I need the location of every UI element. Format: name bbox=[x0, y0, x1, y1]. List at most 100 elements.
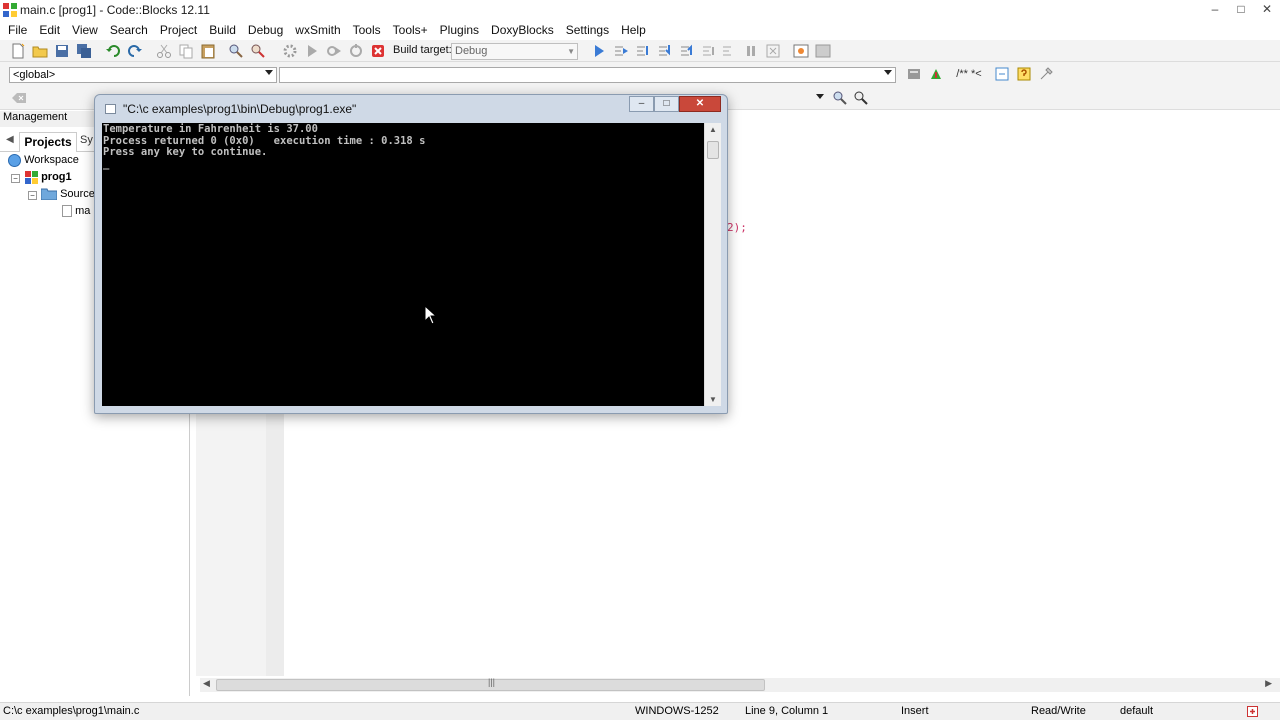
debug-start-icon[interactable] bbox=[591, 43, 607, 59]
build-run-icon[interactable] bbox=[326, 43, 342, 59]
stop-debugger-icon[interactable] bbox=[765, 43, 781, 59]
console-vertical-scrollbar[interactable]: ▲ ▼ bbox=[704, 123, 721, 406]
run-to-cursor-icon[interactable] bbox=[613, 43, 629, 59]
run-icon[interactable] bbox=[304, 43, 320, 59]
scroll-right-icon[interactable]: ▶ bbox=[1265, 678, 1272, 689]
menu-settings[interactable]: Settings bbox=[560, 20, 615, 40]
doxy-help-icon[interactable] bbox=[1015, 66, 1033, 82]
function-select[interactable] bbox=[279, 67, 896, 83]
menu-debug[interactable]: Debug bbox=[242, 20, 289, 40]
menu-wxsmith[interactable]: wxSmith bbox=[289, 20, 346, 40]
doxy-comment-button[interactable]: /** *< bbox=[949, 66, 989, 82]
paste-icon[interactable] bbox=[200, 43, 216, 59]
save-icon[interactable] bbox=[54, 43, 70, 59]
save-all-icon[interactable] bbox=[76, 43, 92, 59]
scrollbar-grip-icon: ||| bbox=[488, 677, 496, 687]
console-minimize-button[interactable]: – bbox=[629, 96, 654, 112]
clear-search-icon[interactable] bbox=[11, 90, 27, 106]
console-close-button[interactable]: ✕ bbox=[679, 96, 721, 112]
step-out-icon[interactable] bbox=[679, 43, 695, 59]
console-title: "C:\c examples\prog1\bin\Debug\prog1.exe… bbox=[123, 102, 357, 116]
redo-icon[interactable] bbox=[127, 43, 143, 59]
scroll-up-icon[interactable]: ▲ bbox=[709, 125, 717, 134]
chevron-down-icon bbox=[265, 70, 273, 75]
menu-search[interactable]: Search bbox=[104, 20, 154, 40]
doxy-comment-label: /** bbox=[956, 68, 968, 80]
console-line: Press any key to continue. bbox=[103, 146, 268, 158]
close-button[interactable]: ✕ bbox=[1254, 0, 1280, 18]
tab-symbols[interactable]: Sy bbox=[80, 134, 93, 146]
tree-label-workspace: Workspace bbox=[24, 154, 79, 166]
search-icon[interactable] bbox=[832, 90, 848, 106]
scroll-down-icon[interactable]: ▼ bbox=[709, 395, 717, 404]
find-icon[interactable] bbox=[228, 43, 244, 59]
tree-item-sources[interactable]: Sources bbox=[40, 186, 100, 203]
status-file-path: C:\c examples\prog1\main.c bbox=[3, 705, 140, 717]
workspace-icon bbox=[8, 153, 21, 167]
status-profile: default bbox=[1120, 705, 1154, 717]
console-window[interactable]: "C:\c examples\prog1\bin\Debug\prog1.exe… bbox=[94, 94, 728, 414]
menu-tools-plus[interactable]: Tools+ bbox=[387, 20, 434, 40]
doxy-line-label: *< bbox=[970, 68, 982, 80]
pause-icon[interactable] bbox=[743, 43, 759, 59]
menu-tools[interactable]: Tools bbox=[347, 20, 387, 40]
status-insert-mode: Insert bbox=[901, 705, 929, 717]
console-output[interactable]: Temperature in Fahrenheit is 37.00 Proce… bbox=[102, 123, 704, 406]
collapse-icon[interactable]: − bbox=[28, 191, 37, 200]
console-line: Temperature in Fahrenheit is 37.00 bbox=[103, 123, 318, 135]
status-bar: C:\c examples\prog1\main.c WINDOWS-1252 … bbox=[0, 702, 1280, 720]
copy-icon[interactable] bbox=[178, 43, 194, 59]
doxy-extract-icon[interactable] bbox=[993, 66, 1011, 82]
abort-icon[interactable] bbox=[370, 43, 386, 59]
jump-declaration-icon[interactable] bbox=[905, 66, 923, 82]
tree-label-project: prog1 bbox=[41, 171, 72, 183]
mouse-pointer-icon bbox=[424, 305, 438, 325]
debug-windows-icon[interactable] bbox=[793, 43, 809, 59]
new-file-icon[interactable] bbox=[10, 43, 26, 59]
console-maximize-button[interactable]: □ bbox=[654, 96, 679, 112]
maximize-button[interactable]: □ bbox=[1228, 0, 1254, 18]
menu-view[interactable]: View bbox=[66, 20, 104, 40]
jump-implementation-icon[interactable] bbox=[927, 66, 945, 82]
open-folder-icon[interactable] bbox=[32, 43, 48, 59]
menu-build[interactable]: Build bbox=[203, 20, 242, 40]
debug-info-icon[interactable] bbox=[815, 43, 831, 59]
build-gear-icon[interactable] bbox=[282, 43, 298, 59]
next-line-icon[interactable] bbox=[635, 43, 651, 59]
chevron-left-icon[interactable]: ◀ bbox=[6, 134, 14, 145]
menu-edit[interactable]: Edit bbox=[33, 20, 66, 40]
menu-project[interactable]: Project bbox=[154, 20, 203, 40]
tree-item-project[interactable]: prog1 bbox=[25, 169, 72, 186]
step-into-icon[interactable] bbox=[657, 43, 673, 59]
tree-item-file[interactable]: ma bbox=[62, 203, 90, 220]
project-icon bbox=[25, 170, 38, 184]
minimize-button[interactable]: – bbox=[1202, 0, 1228, 18]
search-options-icon[interactable] bbox=[853, 90, 869, 106]
cut-icon[interactable] bbox=[156, 43, 172, 59]
search-combo[interactable] bbox=[730, 90, 827, 106]
scroll-left-icon[interactable]: ◀ bbox=[203, 678, 210, 689]
editor-horizontal-scrollbar[interactable]: ◀ ||| ▶ bbox=[200, 677, 1280, 692]
menu-file[interactable]: File bbox=[2, 20, 33, 40]
console-title-bar[interactable]: "C:\c examples\prog1\bin\Debug\prog1.exe… bbox=[95, 95, 727, 123]
build-target-select[interactable]: Debug ▼ bbox=[451, 43, 578, 60]
menu-plugins[interactable]: Plugins bbox=[434, 20, 485, 40]
menu-doxyblocks[interactable]: DoxyBlocks bbox=[485, 20, 560, 40]
build-target-label: Build target: bbox=[393, 44, 452, 56]
undo-icon[interactable] bbox=[105, 43, 121, 59]
menu-help[interactable]: Help bbox=[615, 20, 652, 40]
tree-item-workspace[interactable]: Workspace bbox=[8, 152, 79, 169]
console-app-icon bbox=[105, 104, 116, 114]
doxy-prefs-icon[interactable] bbox=[1037, 66, 1055, 82]
tab-projects[interactable]: Projects bbox=[19, 132, 77, 152]
rebuild-icon[interactable] bbox=[348, 43, 364, 59]
folder-icon bbox=[40, 188, 58, 201]
step-instruction-icon[interactable] bbox=[721, 43, 737, 59]
collapse-icon[interactable]: − bbox=[11, 174, 20, 183]
scope-select[interactable]: <global> bbox=[9, 67, 277, 83]
next-instruction-icon[interactable] bbox=[701, 43, 717, 59]
menu-bar: File Edit View Search Project Build Debu… bbox=[0, 20, 1280, 40]
replace-icon[interactable] bbox=[250, 43, 266, 59]
status-encoding: WINDOWS-1252 bbox=[635, 705, 719, 717]
scrollbar-thumb[interactable] bbox=[707, 141, 719, 159]
